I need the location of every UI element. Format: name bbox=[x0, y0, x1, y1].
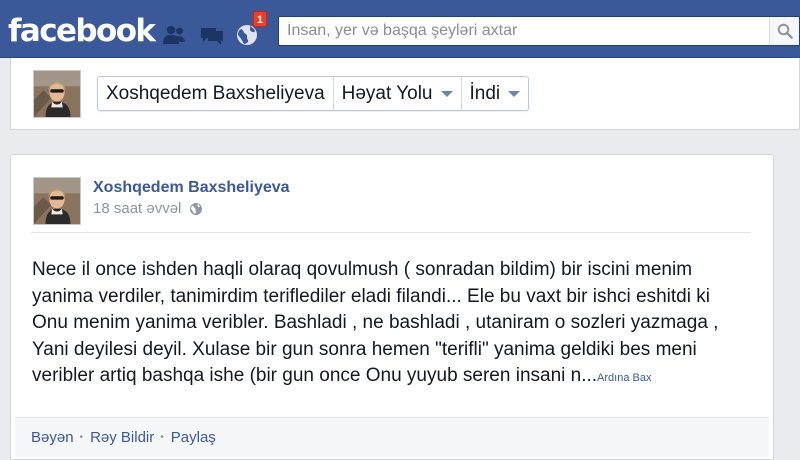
timeline-section-dropdown[interactable]: Həyat Yolu bbox=[334, 77, 462, 110]
share-link[interactable]: Paylaş bbox=[171, 429, 216, 446]
like-link[interactable]: Bəyən bbox=[31, 429, 74, 446]
top-navigation-bar: facebook 1 bbox=[0, 0, 800, 58]
profile-photo bbox=[34, 71, 80, 117]
profile-avatar[interactable] bbox=[33, 70, 81, 118]
status-post: Xoshqedem Baxsheliyeva 18 saat əvvəl Nec… bbox=[10, 154, 774, 460]
timeline-navigation: Xoshqedem Baxsheliyeva Həyat Yolu İndi bbox=[97, 76, 530, 111]
chevron-down-icon bbox=[508, 90, 521, 97]
comment-link[interactable]: Rəy Bildir bbox=[90, 429, 154, 446]
messages-icon[interactable] bbox=[198, 22, 226, 48]
timeline-period-label: İndi bbox=[469, 82, 501, 104]
facebook-logo[interactable]: facebook bbox=[8, 12, 156, 50]
timeline-nav-bar: Xoshqedem Baxsheliyeva Həyat Yolu İndi bbox=[10, 58, 800, 130]
notification-badge: 1 bbox=[253, 11, 268, 27]
post-actions-bar: Bəyən • Rəy Bildir • Paylaş bbox=[15, 417, 769, 457]
search-button[interactable] bbox=[769, 17, 799, 45]
timeline-name: Xoshqedem Baxsheliyeva bbox=[106, 82, 325, 104]
action-separator: • bbox=[79, 432, 84, 443]
post-meta: 18 saat əvvəl bbox=[93, 200, 203, 217]
see-more-link[interactable]: Ardına Bax bbox=[597, 372, 651, 384]
search-icon bbox=[777, 23, 793, 39]
action-separator: • bbox=[160, 432, 164, 443]
friends-icon[interactable] bbox=[160, 22, 188, 48]
globe-icon[interactable] bbox=[189, 202, 203, 216]
author-photo bbox=[34, 178, 80, 224]
post-author-name[interactable]: Xoshqedem Baxsheliyeva bbox=[93, 179, 290, 197]
timeline-period-dropdown[interactable]: İndi bbox=[462, 77, 529, 110]
timeline-section-label: Həyat Yolu bbox=[341, 82, 433, 104]
timeline-name-pill[interactable]: Xoshqedem Baxsheliyeva bbox=[98, 77, 334, 110]
post-header-divider bbox=[31, 232, 751, 233]
post-body: Nece il once ishden haqli olaraq qovulmu… bbox=[32, 257, 762, 392]
search-input[interactable] bbox=[279, 17, 769, 45]
post-timestamp[interactable]: 18 saat əvvəl bbox=[93, 200, 181, 217]
chevron-down-icon bbox=[440, 90, 453, 97]
post-text: Nece il once ishden haqli olaraq qovulmu… bbox=[32, 259, 719, 386]
search-bar bbox=[278, 16, 800, 46]
post-author-avatar[interactable] bbox=[33, 177, 81, 225]
